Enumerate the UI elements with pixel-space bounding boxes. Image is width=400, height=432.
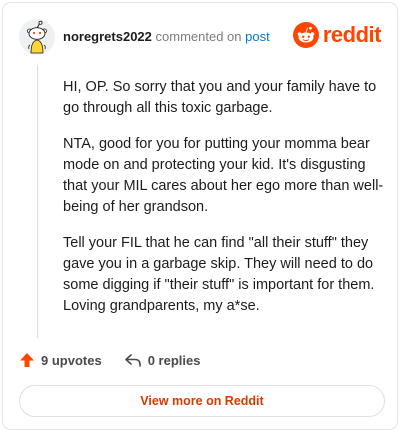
comment-actions: 9 upvotes 0 replies [19,349,222,371]
reddit-logo[interactable]: reddit [292,21,382,49]
view-more-button[interactable]: View more on Reddit [19,385,385,417]
comment-meta: noregrets2022 commented on post [63,29,270,45]
upvote-arrow-icon [20,353,34,367]
reply-count: 0 replies [147,352,201,368]
reply-arrow-icon [124,354,141,367]
comment-paragraph: HI, OP. So sorry that you and your famil… [63,79,377,116]
snoo-avatar-icon [19,19,55,55]
embedded-comment-card: noregrets2022 commented on post reddit H… [2,2,398,430]
upvote-count: 9 upvotes [41,352,102,368]
comment-header: noregrets2022 commented on post reddit [19,19,382,55]
action-text: commented on [155,29,242,44]
upvote-button[interactable]: 9 upvotes [19,352,102,368]
reddit-alien-icon [292,22,319,48]
comment-paragraph: NTA, good for you for putting your momma… [63,136,384,215]
comment-body: HI, OP. So sorry that you and your famil… [63,77,387,332]
reply-button[interactable]: 0 replies [124,352,201,368]
username-link[interactable]: noregrets2022 [63,29,152,44]
post-link[interactable]: post [245,29,270,44]
user-avatar[interactable] [19,19,55,55]
thread-line [37,65,38,338]
comment-paragraph: Tell your FIL that he can find "all thei… [63,235,375,314]
reddit-wordmark: reddit [322,22,382,47]
